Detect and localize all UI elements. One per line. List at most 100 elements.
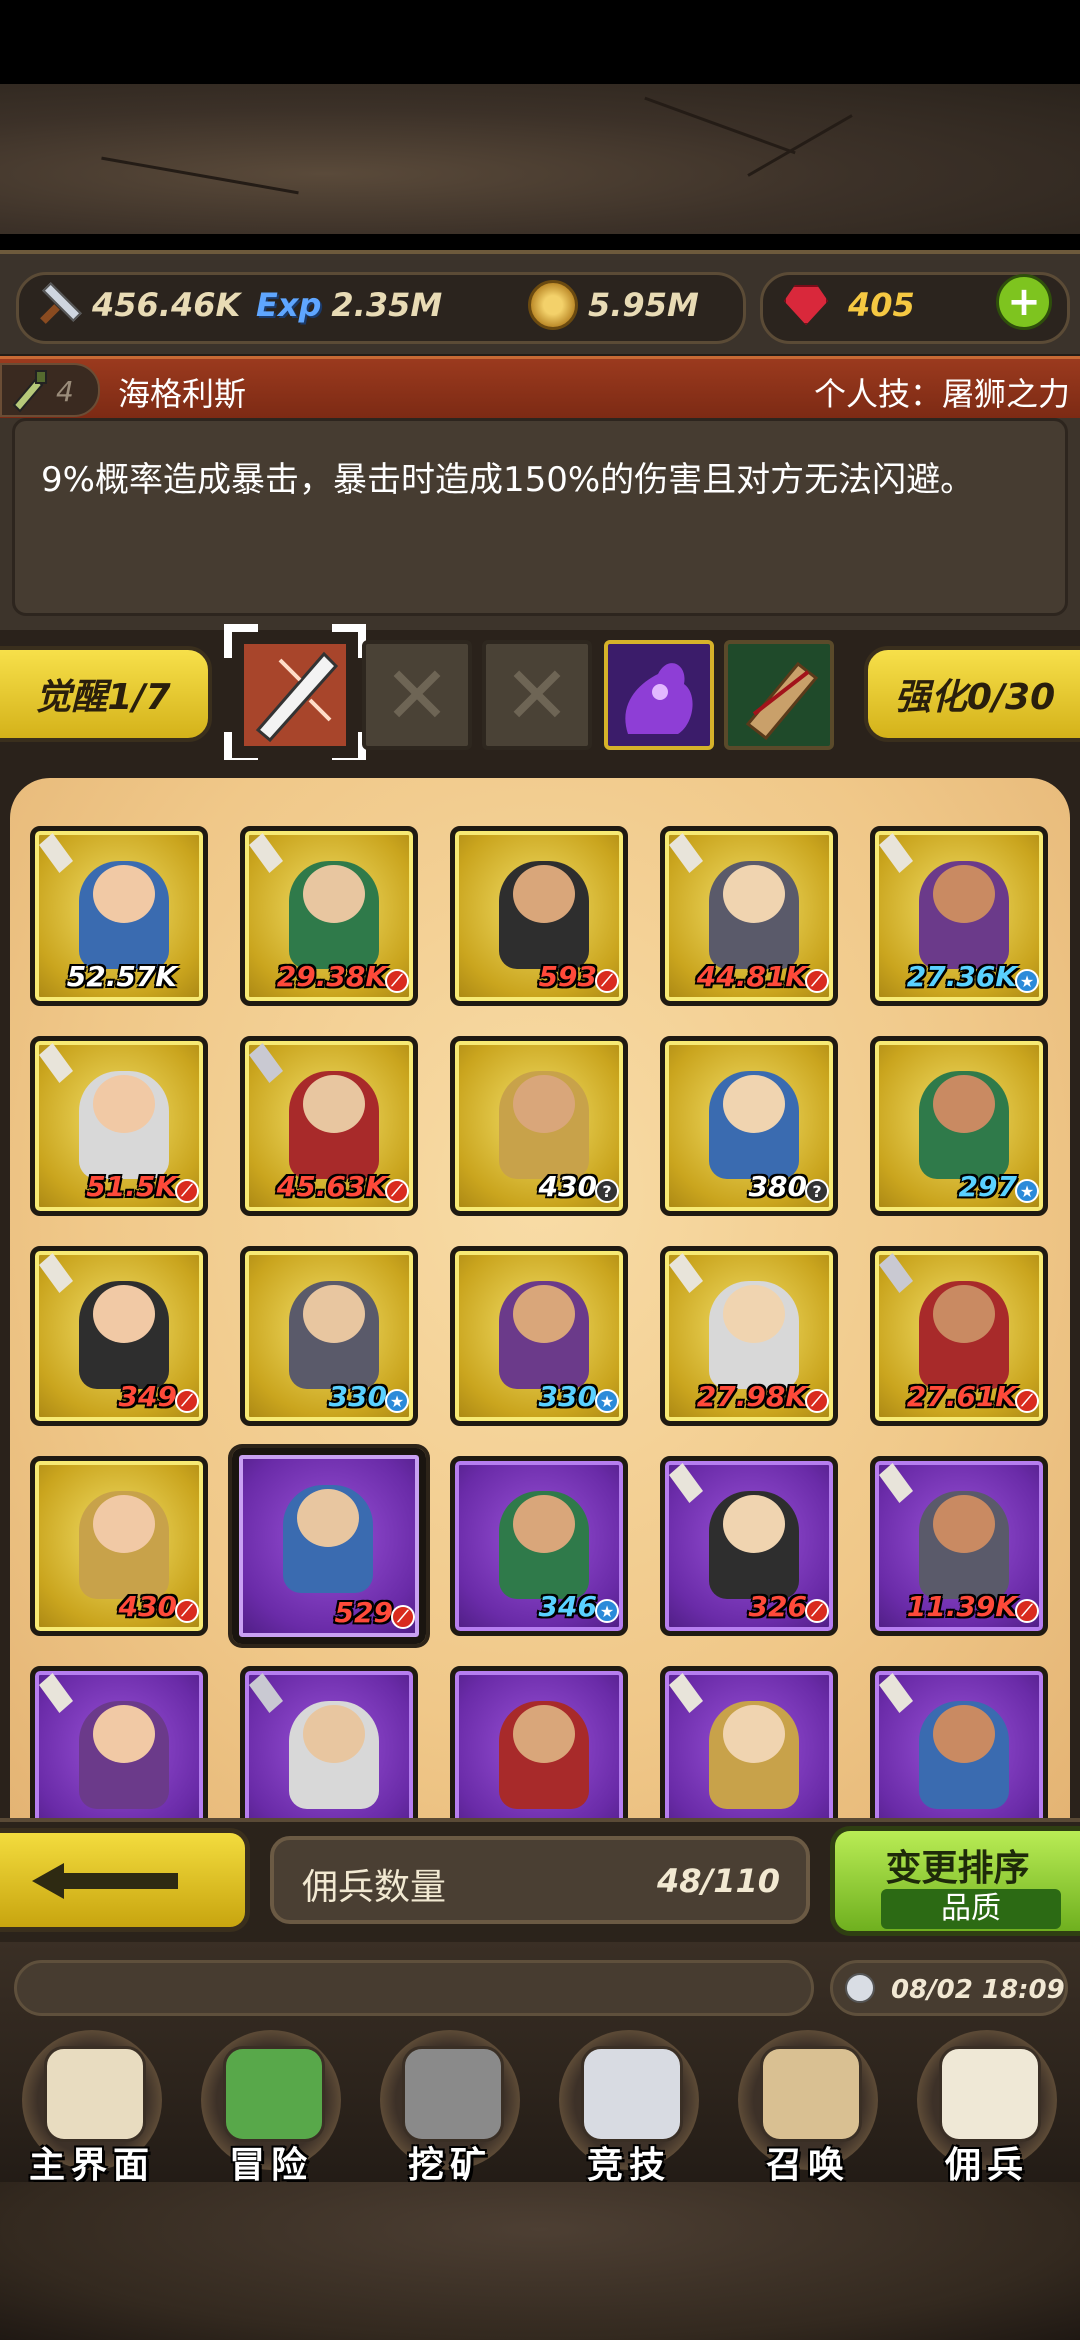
mercenary-grid: 52.57K 29.38K ⟋ 593 ⟋ 44.81K ⟋ 27.36K ★ 51.5K ⟋ 45.… (10, 778, 1070, 1818)
nav-item[interactable]: 冒险 (183, 2028, 359, 2186)
gold-value: 5.95M (588, 286, 699, 324)
mercenary-card[interactable]: 346 ★ (450, 1456, 628, 1636)
mercenary-level: 27.98K (696, 1380, 807, 1413)
mercenary-level: 27.61K (906, 1380, 1017, 1413)
mercenary-card[interactable] (240, 1666, 418, 1818)
gem-value: 405 (848, 286, 915, 324)
mercenary-level: 529 (334, 1596, 393, 1629)
mercenary-card[interactable]: 349 ⟋ (30, 1246, 208, 1426)
mercenary-card[interactable]: 45.63K ⟋ (240, 1036, 418, 1216)
nav-item[interactable]: 佣兵 (899, 2028, 1075, 2186)
mercenary-card[interactable]: 27.98K ⟋ (660, 1246, 838, 1426)
add-gems-button[interactable]: + (996, 274, 1052, 330)
mercenary-card[interactable]: 430 ⟋ (30, 1456, 208, 1636)
attack-type-icon: ⟋ (175, 1599, 199, 1623)
nav-label: 竞技 (586, 2145, 671, 2186)
mercenary-card[interactable]: 529 ⟋ (232, 1448, 426, 1644)
mercenary-level: 349 (118, 1380, 177, 1413)
skill-slot-empty-2[interactable]: ✕ (482, 640, 592, 750)
mercenary-level: 29.38K (276, 960, 387, 993)
mercenary-card[interactable]: 326 ⟋ (660, 1456, 838, 1636)
mercenary-head (303, 1285, 365, 1343)
mercenary-head (933, 1075, 995, 1133)
mercenary-head (303, 1705, 365, 1763)
mercenary-card[interactable]: 430? (450, 1036, 628, 1216)
exp-value: 2.35M (331, 286, 443, 324)
mercenary-head (303, 1075, 365, 1133)
mercenary-card[interactable]: 51.5K ⟋ (30, 1036, 208, 1216)
skill-slot-shadow[interactable] (604, 640, 714, 750)
skill-description: 9%概率造成暴击，暴击时造成150%的伤害且对方无法闪避。 (41, 460, 975, 500)
unknown-type-icon: ? (805, 1179, 829, 1203)
magic-type-icon: ★ (1015, 1179, 1039, 1203)
mercenary-head (513, 1285, 575, 1343)
mercenary-level: 593 (538, 960, 597, 993)
attack-type-icon: ⟋ (805, 969, 829, 993)
awaken-button[interactable]: 觉醒1/7 (0, 646, 212, 742)
map-scroll-icon (44, 2046, 146, 2142)
mercenary-head (933, 1285, 995, 1343)
mercenary-level: 330 (328, 1380, 387, 1413)
mercenary-card[interactable]: 330 ★ (240, 1246, 418, 1426)
mercenary-level: 330 (538, 1380, 597, 1413)
weapon-level-icon (12, 370, 47, 413)
skill-slot-empty-1[interactable]: ✕ (362, 640, 472, 750)
equipment-tag-icon (669, 1463, 703, 1503)
nav-label: 冒险 (228, 2145, 313, 2186)
sword-tag-icon (879, 1253, 913, 1293)
mercenary-head (513, 865, 575, 923)
mercenary-head (513, 1705, 575, 1763)
nav-item[interactable]: 竞技 (541, 2028, 717, 2186)
selection-bracket-icon (224, 624, 366, 766)
gold-resource: 5.95M (528, 272, 699, 338)
mercenary-card[interactable]: 297 ★ (870, 1036, 1048, 1216)
equipment-tag-icon (879, 1673, 913, 1713)
mercenary-card[interactable]: 27.36K ★ (870, 826, 1048, 1006)
mercenary-level: 430 (538, 1170, 597, 1203)
back-button[interactable] (0, 1828, 250, 1932)
sword-tag-icon (249, 1673, 283, 1713)
nav-item[interactable]: 主界面 (4, 2028, 180, 2186)
summon-scroll-icon (760, 2046, 862, 2142)
skill-slot-scroll[interactable] (724, 640, 834, 750)
attack-type-icon: ⟋ (595, 969, 619, 993)
mercenary-card[interactable]: 330 ★ (450, 1246, 628, 1426)
mercenary-level: 380 (748, 1170, 807, 1203)
mercenary-level: 51.5K (86, 1170, 177, 1203)
nav-label: 挖矿 (407, 2145, 492, 2186)
mercenary-card[interactable]: 44.81K ⟋ (660, 826, 838, 1006)
mercenary-card[interactable] (660, 1666, 838, 1818)
mercenary-card[interactable]: 11.39K ⟋ (870, 1456, 1048, 1636)
exp-icon: Exp (256, 286, 322, 324)
mercenary-card[interactable]: 593 ⟋ (450, 826, 628, 1006)
magic-type-icon: ★ (1015, 969, 1039, 993)
mercenary-card[interactable]: 52.57K (30, 826, 208, 1006)
mercenary-card[interactable]: 27.61K ⟋ (870, 1246, 1048, 1426)
mercenary-card[interactable]: 29.38K ⟋ (240, 826, 418, 1006)
mercenary-card[interactable]: 380? (660, 1036, 838, 1216)
mercenary-head (723, 1285, 785, 1343)
sword-icon (36, 282, 82, 328)
attack-type-icon: ⟋ (805, 1389, 829, 1413)
nav-item[interactable]: 召唤 (720, 2028, 896, 2186)
attack-type-icon: ⟋ (1015, 1389, 1039, 1413)
mercenary-card[interactable] (450, 1666, 628, 1818)
mercenary-card[interactable] (30, 1666, 208, 1818)
mercenary-level: 430 (118, 1590, 177, 1623)
mercenary-card[interactable] (870, 1666, 1048, 1818)
nav-item[interactable]: 挖矿 (362, 2028, 538, 2186)
equipment-tag-icon (669, 1673, 703, 1713)
equipment-tag-icon (249, 833, 283, 873)
magic-type-icon: ★ (385, 1389, 409, 1413)
ruby-icon (784, 285, 828, 325)
sort-button[interactable]: 变更排序 品质 (830, 1826, 1080, 1936)
hero-name: 海格利斯 (118, 375, 247, 413)
mercenary-head (297, 1489, 359, 1547)
clock-icon (845, 1973, 875, 2003)
mercenary-head (93, 1285, 155, 1343)
sword-tag-icon (249, 1043, 283, 1083)
attack-value: 456.46K (92, 286, 241, 324)
mercenary-head (723, 1495, 785, 1553)
equipment-tag-icon (879, 833, 913, 873)
enhance-button[interactable]: 强化0/30 (864, 646, 1080, 742)
